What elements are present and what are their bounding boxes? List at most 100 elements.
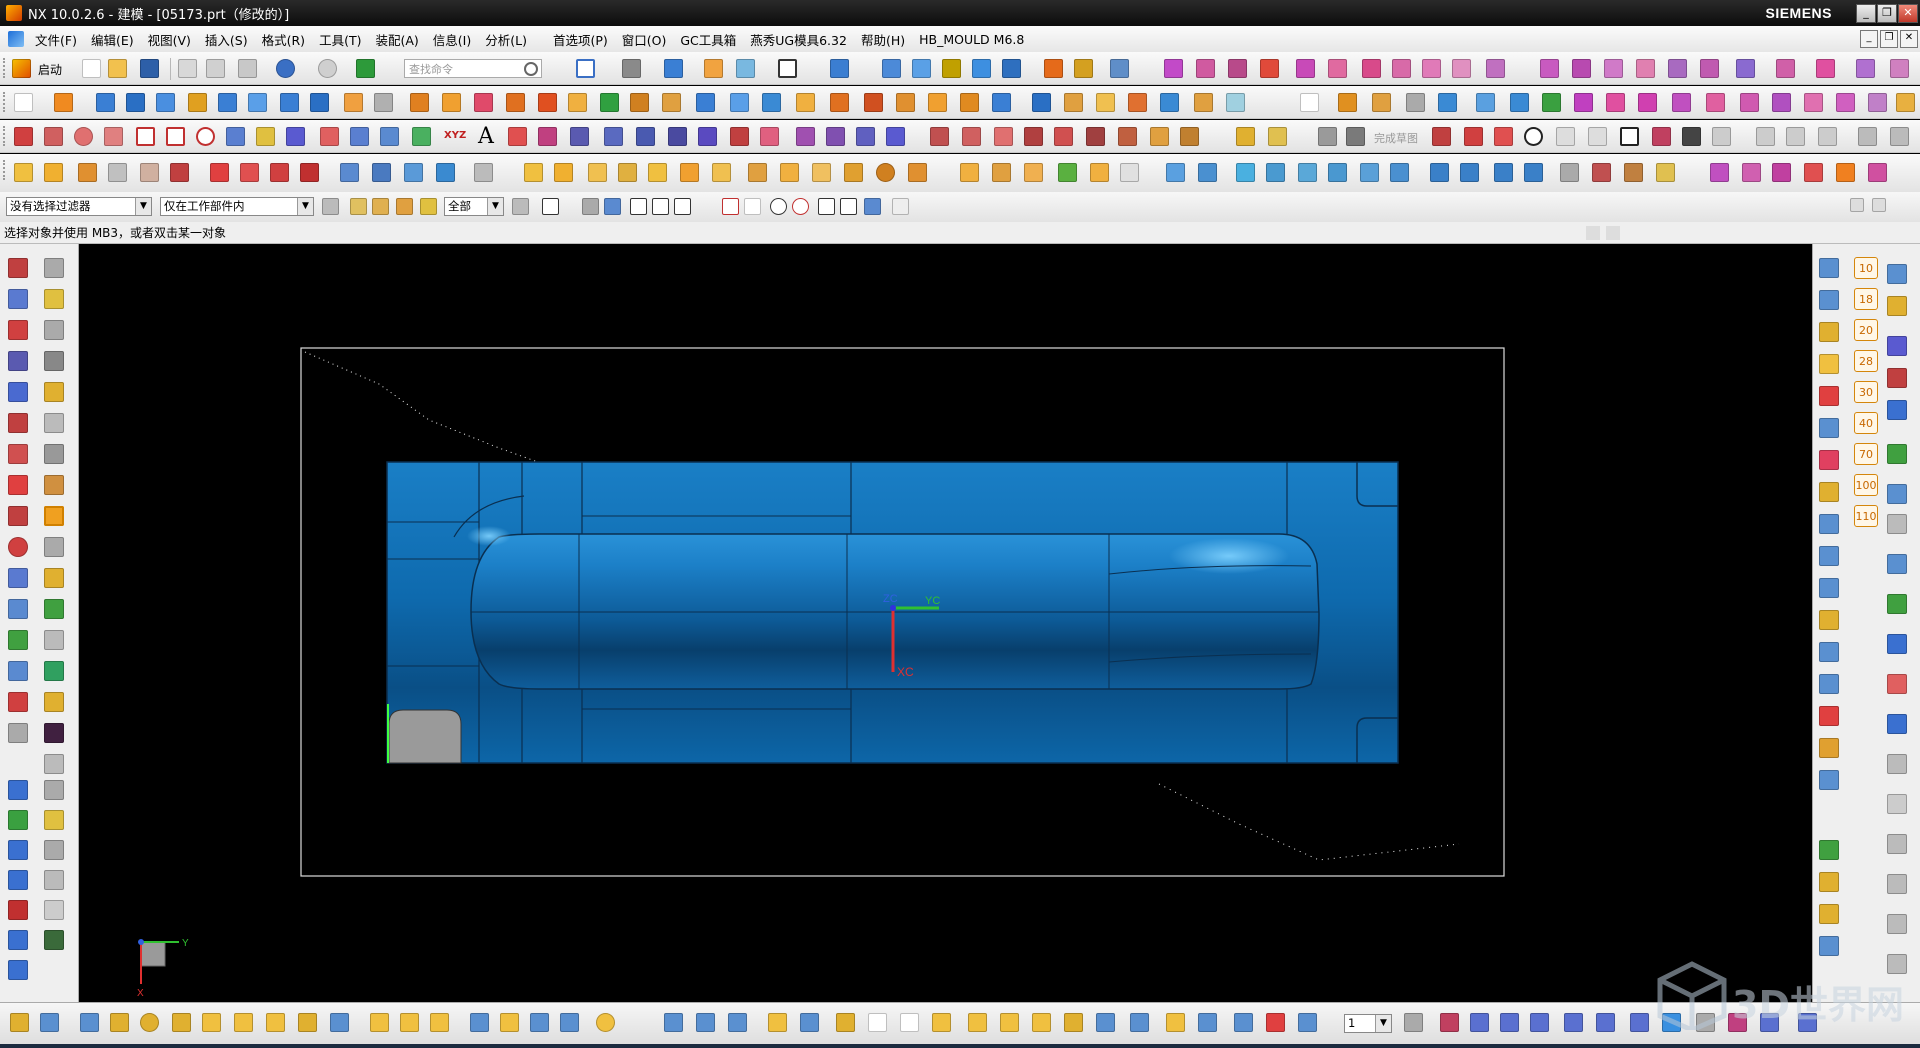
right-tool-6-icon[interactable] <box>1819 418 1839 438</box>
surface5-icon[interactable] <box>1160 93 1179 112</box>
sk-extend-icon[interactable] <box>1786 127 1805 146</box>
mold-wizard-icon[interactable] <box>882 59 901 78</box>
surface2-icon[interactable] <box>1064 93 1083 112</box>
sk-constraint-icon[interactable] <box>1858 127 1877 146</box>
menu-insert[interactable]: 插入(S) <box>198 30 255 49</box>
rect-select-icon[interactable] <box>542 198 559 215</box>
sk-profile-icon[interactable] <box>1432 127 1451 146</box>
wcs-tool-6-icon[interactable] <box>1596 1013 1615 1032</box>
render-style-icon[interactable] <box>622 59 641 78</box>
left-tool-45-icon[interactable] <box>8 960 28 980</box>
yx-tool1-icon[interactable] <box>1540 59 1559 78</box>
helix-icon[interactable] <box>350 127 369 146</box>
hole-icon[interactable] <box>218 93 237 112</box>
hb-tool11-icon[interactable] <box>1486 59 1505 78</box>
restore-button[interactable]: ❐ <box>1877 4 1897 23</box>
left-tool-35-icon[interactable] <box>44 780 64 800</box>
nav-d-icon[interactable] <box>1524 163 1543 182</box>
bottom-tool-17-icon[interactable] <box>530 1013 549 1032</box>
curve4-icon[interactable] <box>1406 93 1425 112</box>
menu-file[interactable]: 文件(F) <box>28 30 84 49</box>
menu-format[interactable]: 格式(R) <box>255 30 312 49</box>
palette-16-icon[interactable] <box>1887 834 1907 854</box>
std-size-button-28[interactable]: 28 <box>1854 350 1878 372</box>
curve-tool8-icon[interactable] <box>730 127 749 146</box>
palette-10-icon[interactable] <box>1887 594 1907 614</box>
menu-assembly[interactable]: 装配(A) <box>368 30 425 49</box>
new-file-icon[interactable] <box>82 59 101 78</box>
sphere-icon[interactable] <box>188 93 207 112</box>
curve-tool17-icon[interactable] <box>1024 127 1043 146</box>
curve13-icon[interactable] <box>1706 93 1725 112</box>
view-c-icon[interactable] <box>1236 163 1255 182</box>
nav-c-icon[interactable] <box>1494 163 1513 182</box>
curve-tool10-icon[interactable] <box>796 127 815 146</box>
left-tool-28-icon[interactable] <box>44 661 64 681</box>
bottom-tool-5-icon[interactable] <box>140 1013 159 1032</box>
right-tool-4-icon[interactable] <box>1819 354 1839 374</box>
bottom-tool-16-icon[interactable] <box>500 1013 519 1032</box>
wcs-icon[interactable] <box>830 59 849 78</box>
curve-tool21-icon[interactable] <box>1150 127 1169 146</box>
mirror-icon[interactable] <box>730 93 749 112</box>
left-tool-27-icon[interactable] <box>8 661 28 681</box>
snap-endpoint-icon[interactable] <box>630 198 647 215</box>
left-tool-37-icon[interactable] <box>44 810 64 830</box>
nav-n-icon[interactable] <box>1868 163 1887 182</box>
sk-offset-icon[interactable] <box>1712 127 1731 146</box>
curve7-icon[interactable] <box>1510 93 1529 112</box>
toolbar-grip[interactable] <box>3 58 9 78</box>
snap-point-icon[interactable] <box>818 198 835 215</box>
left-tool-8-icon[interactable] <box>44 351 64 371</box>
left-tool-21-icon[interactable] <box>8 568 28 588</box>
curve8-icon[interactable] <box>1542 93 1561 112</box>
redo-icon[interactable] <box>318 59 337 78</box>
sk-spline-icon[interactable] <box>1652 127 1671 146</box>
point-icon[interactable] <box>412 127 431 146</box>
bottom-tool-12-icon[interactable] <box>370 1013 389 1032</box>
hb-tool4-icon[interactable] <box>1260 59 1279 78</box>
extrude-icon[interactable] <box>54 93 73 112</box>
pad-icon[interactable] <box>310 93 329 112</box>
curve18-icon[interactable] <box>1868 93 1887 112</box>
left-tool-39-icon[interactable] <box>44 840 64 860</box>
snap-midpoint-icon[interactable] <box>652 198 669 215</box>
curve-tool5-icon[interactable] <box>636 127 655 146</box>
menu-hb-mould[interactable]: HB_MOULD M6.8 <box>912 32 1031 47</box>
left-tool-36-icon[interactable] <box>8 810 28 830</box>
mold-p-icon[interactable] <box>524 163 543 182</box>
toolbar-grip[interactable] <box>3 92 9 112</box>
sketch-tool1-icon[interactable] <box>1236 127 1255 146</box>
curve-rect-icon[interactable] <box>1300 93 1319 112</box>
yx-tool8-icon[interactable] <box>1776 59 1795 78</box>
left-tool-7-icon[interactable] <box>8 351 28 371</box>
fillet-sketch-icon[interactable] <box>104 127 123 146</box>
left-tool-23-icon[interactable] <box>8 599 28 619</box>
hb-tool8-icon[interactable] <box>1392 59 1411 78</box>
palette-1-icon[interactable] <box>1887 264 1907 284</box>
mold-ad-icon[interactable] <box>1024 163 1043 182</box>
curve-tool3-icon[interactable] <box>570 127 589 146</box>
snap-a-icon[interactable] <box>350 198 367 215</box>
bottom-tool-7-icon[interactable] <box>202 1013 221 1032</box>
std-size-button-40[interactable]: 40 <box>1854 412 1878 434</box>
palette-3-icon[interactable] <box>1887 336 1907 356</box>
bottom-tool-32-icon[interactable] <box>1064 1013 1083 1032</box>
right-tool-14-icon[interactable] <box>1819 674 1839 694</box>
mold-tool2-icon[interactable] <box>942 59 961 78</box>
right-tool-18-icon[interactable] <box>1819 840 1839 860</box>
delete-face-icon[interactable] <box>928 93 947 112</box>
right-tool-2-icon[interactable] <box>1819 290 1839 310</box>
curve14-icon[interactable] <box>1740 93 1759 112</box>
right-tool-8-icon[interactable] <box>1819 482 1839 502</box>
surface6-icon[interactable] <box>1194 93 1213 112</box>
minimize-button[interactable]: _ <box>1856 4 1876 23</box>
trim-body-icon[interactable] <box>506 93 525 112</box>
replace-face-icon[interactable] <box>896 93 915 112</box>
curve19-icon[interactable] <box>1896 93 1915 112</box>
curve17-icon[interactable] <box>1836 93 1855 112</box>
view-e-icon[interactable] <box>1298 163 1317 182</box>
gear-icon[interactable] <box>876 163 895 182</box>
curve-tool7-icon[interactable] <box>698 127 717 146</box>
bottom-tool-6-icon[interactable] <box>172 1013 191 1032</box>
